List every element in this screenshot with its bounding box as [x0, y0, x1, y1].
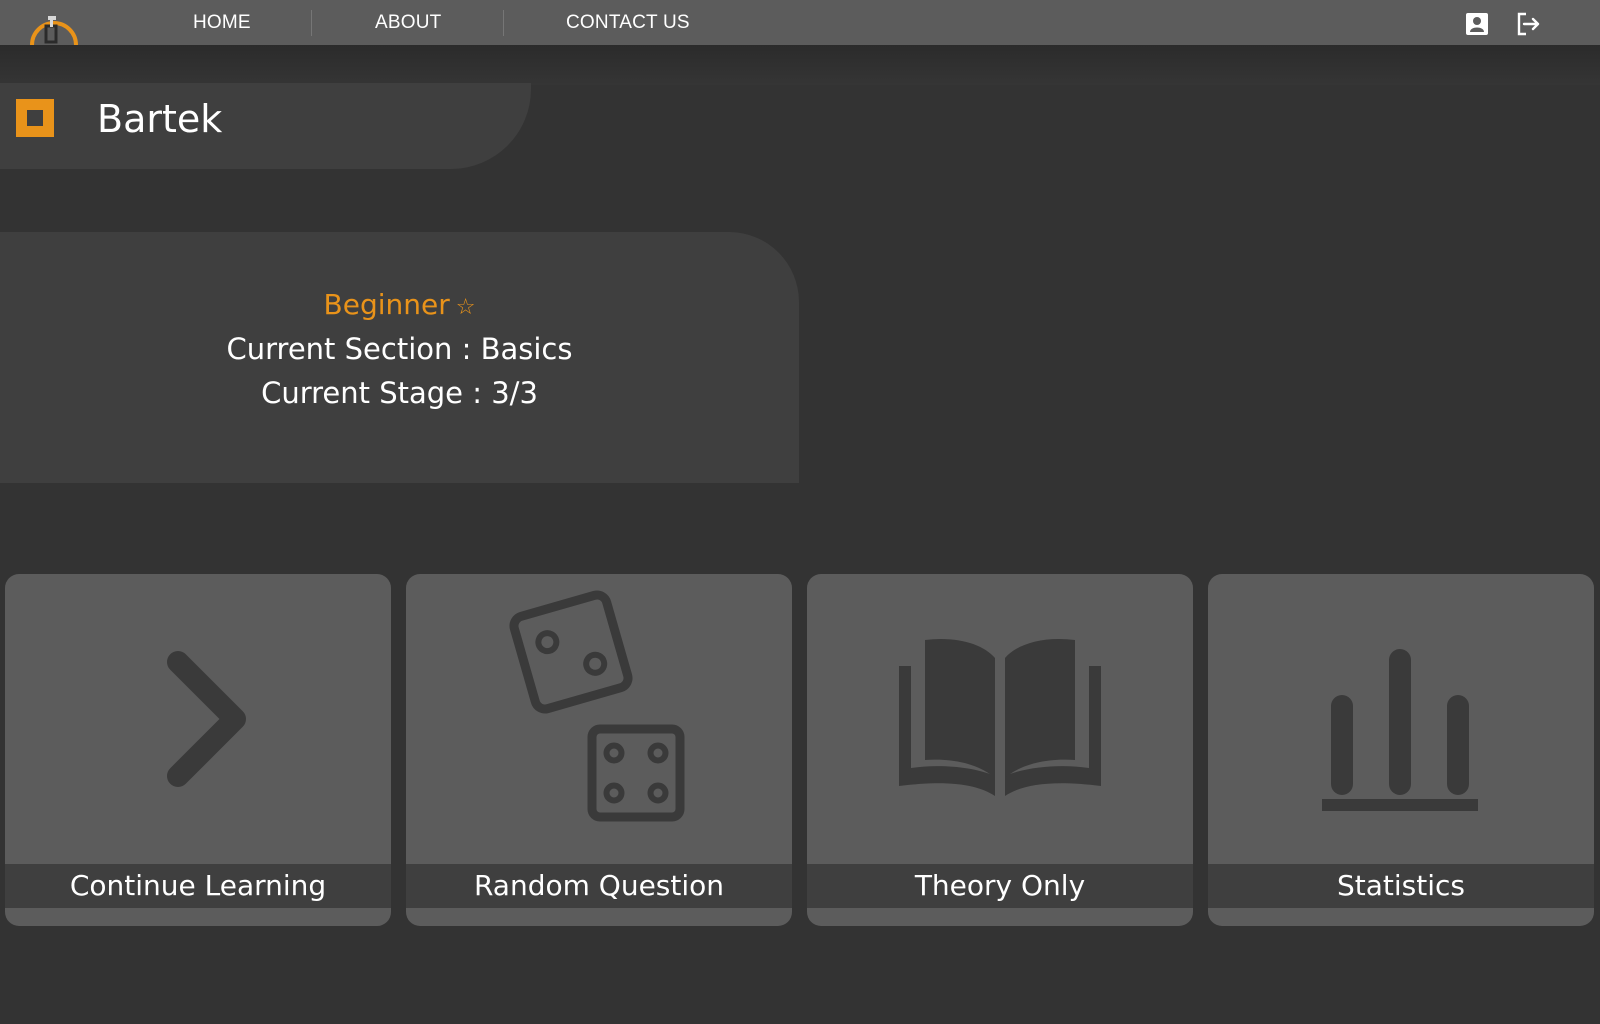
- random-question-button[interactable]: Random Question: [406, 574, 792, 926]
- dice-icon: [509, 590, 685, 822]
- tile-label: Theory Only: [807, 864, 1193, 908]
- header-shadow: [0, 45, 1600, 85]
- top-navigation-bar: HOME ABOUT CONTACT US: [0, 0, 1600, 45]
- chevron-right-icon: [167, 651, 246, 787]
- logo-icon[interactable]: [26, 2, 82, 45]
- level-label: Beginner ☆: [0, 288, 799, 321]
- book-icon: [899, 638, 1101, 796]
- tile-label: Continue Learning: [5, 864, 391, 908]
- nav-divider: [311, 10, 312, 36]
- bar-chart-icon: [1322, 649, 1478, 811]
- tile-label: Statistics: [1208, 864, 1594, 908]
- level-text: Beginner: [323, 288, 450, 321]
- continue-learning-button[interactable]: Continue Learning: [5, 574, 391, 926]
- theory-only-button[interactable]: Theory Only: [807, 574, 1193, 926]
- nav-divider: [503, 10, 504, 36]
- user-header: Bartek: [0, 83, 531, 169]
- nav-contact-link[interactable]: CONTACT US: [566, 0, 690, 45]
- statistics-button[interactable]: Statistics: [1208, 574, 1594, 926]
- user-name: Bartek: [97, 97, 223, 141]
- progress-card: Beginner ☆ Current Section : Basics Curre…: [0, 232, 799, 483]
- tile-label: Random Question: [406, 864, 792, 908]
- star-icon: ☆: [455, 295, 476, 320]
- profile-icon[interactable]: [1464, 11, 1490, 37]
- logout-icon[interactable]: [1515, 11, 1541, 37]
- nav-home-link[interactable]: HOME: [193, 0, 251, 45]
- nav-about-link[interactable]: ABOUT: [375, 0, 441, 45]
- current-section: Current Section : Basics: [226, 332, 573, 366]
- user-square-icon: [16, 99, 54, 137]
- current-stage: Current Stage : 3/3: [261, 376, 538, 410]
